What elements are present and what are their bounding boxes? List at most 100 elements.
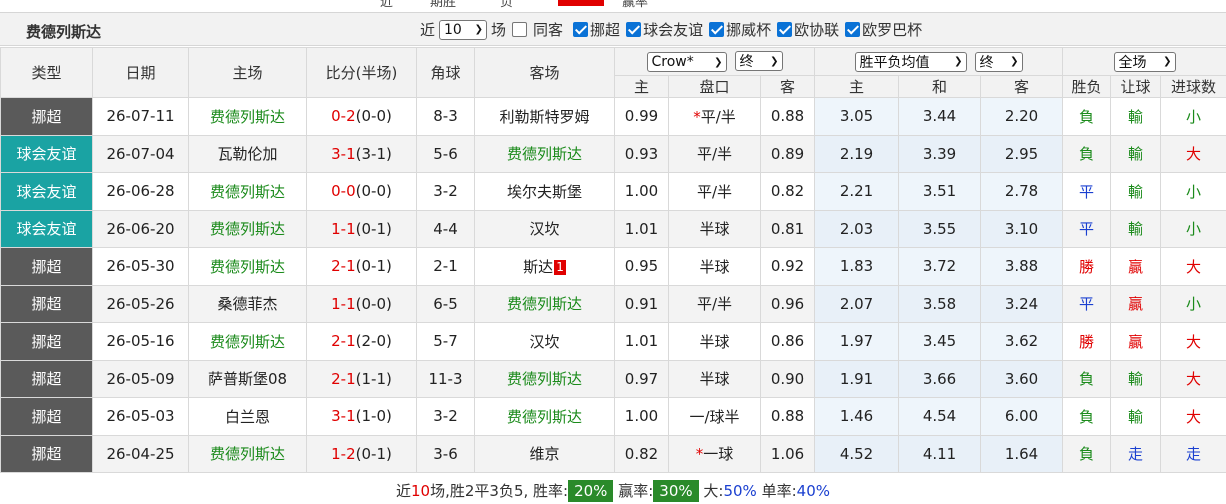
half-score: (0-1) — [355, 444, 392, 463]
away-team-cell[interactable]: 汉坎 — [474, 209, 615, 248]
away-team-name: 费德列斯达 — [506, 145, 582, 164]
eu-home-odds: 2.19 — [814, 134, 900, 173]
col-over-under: 进球数 — [1160, 75, 1226, 98]
handicap-cell: 贏 — [1110, 284, 1162, 323]
result-cell: 平 — [1062, 209, 1112, 248]
ah-line-text: 平/半 — [696, 295, 733, 314]
away-team-cell[interactable]: 斯达 1 — [474, 247, 615, 286]
league-cell[interactable]: 挪超 — [0, 284, 93, 323]
league-cell[interactable]: 挪超 — [0, 322, 93, 361]
away-team-cell[interactable]: 费德列斯达 — [474, 359, 615, 398]
score-cell: 2-1(2-0) — [306, 322, 417, 361]
home-team-cell[interactable]: 白兰恩 — [188, 397, 307, 436]
home-team-cell[interactable]: 费德列斯达 — [188, 434, 307, 473]
stage-select[interactable]: 终 ❯ — [734, 51, 783, 71]
filter-label: 球会友谊 — [643, 21, 704, 39]
chevron-down-icon: ❯ — [1010, 56, 1019, 67]
filter-checkbox[interactable] — [709, 22, 725, 37]
filter-checkbox[interactable] — [845, 22, 861, 37]
home-team-cell[interactable]: 费德列斯达 — [188, 247, 307, 286]
col-date: 日期 — [92, 47, 189, 98]
home-team-cell[interactable]: 费德列斯达 — [188, 322, 307, 361]
away-team-cell[interactable]: 费德列斯达 — [474, 284, 615, 323]
date-cell: 26-06-28 — [92, 172, 189, 211]
half-score: (1-1) — [355, 369, 392, 388]
eu-away-odds: 3.88 — [980, 247, 1064, 286]
away-team-name: 费德列斯达 — [506, 407, 582, 426]
league-cell[interactable]: 球会友谊 — [0, 209, 93, 248]
away-team-cell[interactable]: 维京 — [474, 434, 615, 473]
league-cell[interactable]: 挪超 — [0, 247, 93, 286]
score-cell: 3-1(1-0) — [306, 397, 417, 436]
corner-cell: 11-3 — [416, 359, 475, 398]
filter-checkbox[interactable] — [573, 22, 589, 37]
league-cell[interactable]: 挪超 — [0, 434, 93, 473]
away-team-name: 汉坎 — [529, 220, 560, 239]
league-cell[interactable]: 挪超 — [0, 359, 93, 398]
table-row: 挪超 26-05-16 费德列斯达 2-1(2-0) 5-7 汉坎 1.01 半球 0.86 1.… — [0, 322, 1226, 361]
eu-home-odds: 1.46 — [814, 397, 900, 436]
eu-home-odds: 1.91 — [814, 359, 900, 398]
chevron-down-icon: ❯ — [954, 56, 963, 67]
away-team-cell[interactable]: 费德列斯达 — [474, 397, 615, 436]
away-team-cell[interactable]: 费德列斯达 — [474, 134, 615, 173]
eu-draw-odds: 3.58 — [898, 284, 982, 323]
corner-cell: 3-2 — [416, 172, 475, 211]
corner-cell: 3-2 — [416, 397, 475, 436]
filter-label: 欧协联 — [794, 21, 840, 39]
eu-home-odds: 2.03 — [814, 209, 900, 248]
home-team-cell[interactable]: 费德列斯达 — [188, 97, 307, 136]
ah-line-cell: *平/半 — [668, 97, 761, 136]
near-count-select[interactable]: 10 ❯ — [439, 19, 488, 40]
away-team-cell[interactable]: 埃尔夫斯堡 — [474, 172, 615, 211]
home-team-cell[interactable]: 费德列斯达 — [188, 172, 307, 211]
filter-checkbox[interactable] — [777, 22, 793, 37]
score-home: 0 — [331, 107, 341, 126]
col-corner: 角球 — [416, 47, 475, 98]
big-rate: 50% — [723, 482, 757, 500]
stage-select[interactable]: 终 ❯ — [974, 51, 1023, 72]
company-select[interactable]: Crow* ❯ — [646, 52, 727, 72]
same-home-checkbox[interactable] — [512, 22, 528, 37]
col-eu-home: 主 — [814, 75, 900, 98]
scope-select[interactable]: 全场 ❯ — [1113, 51, 1176, 72]
home-team-cell[interactable]: 萨普斯堡08 — [188, 359, 307, 398]
result-cell: 勝 — [1062, 322, 1112, 361]
handicap-cell: 走 — [1110, 434, 1162, 473]
result-cell: 平 — [1062, 172, 1112, 211]
league-cell[interactable]: 挪超 — [0, 97, 93, 136]
date-cell: 26-05-03 — [92, 397, 189, 436]
home-team-cell[interactable]: 费德列斯达 — [188, 209, 307, 248]
over-under-cell: 小 — [1160, 172, 1226, 211]
league-cell[interactable]: 球会友谊 — [0, 134, 93, 173]
match-table: 类型 日期 主场 比分(半场) 角球 客场 Crow* ❯ 终 ❯ 胜平负均值 ❯ 终 ❯ … — [0, 47, 1226, 473]
league-cell[interactable]: 球会友谊 — [0, 172, 93, 211]
away-team-cell[interactable]: 利勒斯特罗姆 — [474, 97, 615, 136]
top-fragment: 赢率 — [622, 0, 649, 10]
col-result: 胜负 — [1062, 75, 1112, 98]
score-away: 1 — [346, 407, 356, 426]
handicap-cell: 輸 — [1110, 172, 1162, 211]
date-cell: 26-04-25 — [92, 434, 189, 473]
away-team-name: 费德列斯达 — [506, 370, 582, 389]
home-team-cell[interactable]: 桑德菲杰 — [188, 284, 307, 323]
near-label: 近 — [420, 21, 436, 39]
ah-away-odds: 0.81 — [759, 209, 816, 248]
filter-checkbox[interactable] — [626, 22, 642, 37]
over-under-cell: 大 — [1160, 134, 1226, 173]
filter-bar: 费德列斯达 近 10 ❯ 场 同客 挪超 球会友谊 挪威杯 欧协联 欧罗巴杯 — [0, 12, 1226, 46]
filter-label: 挪超 — [590, 21, 621, 39]
odds-type-select[interactable]: 胜平负均值 ❯ — [854, 51, 967, 72]
ah-line-text: 半球 — [699, 332, 730, 351]
ah-line-cell: 半球 — [668, 209, 761, 248]
col-ah-line: 盘口 — [668, 75, 761, 98]
away-team-cell[interactable]: 汉坎 — [474, 322, 615, 361]
eu-draw-odds: 3.45 — [898, 322, 982, 361]
league-cell[interactable]: 挪超 — [0, 397, 93, 436]
home-team-cell[interactable]: 瓦勒伦加 — [188, 134, 307, 173]
over-under-cell: 大 — [1160, 359, 1226, 398]
ah-home-odds: 0.93 — [614, 134, 669, 173]
eu-away-odds: 2.20 — [980, 97, 1064, 136]
chevron-down-icon: ❯ — [1163, 56, 1172, 67]
star-mark: * — [693, 107, 701, 126]
